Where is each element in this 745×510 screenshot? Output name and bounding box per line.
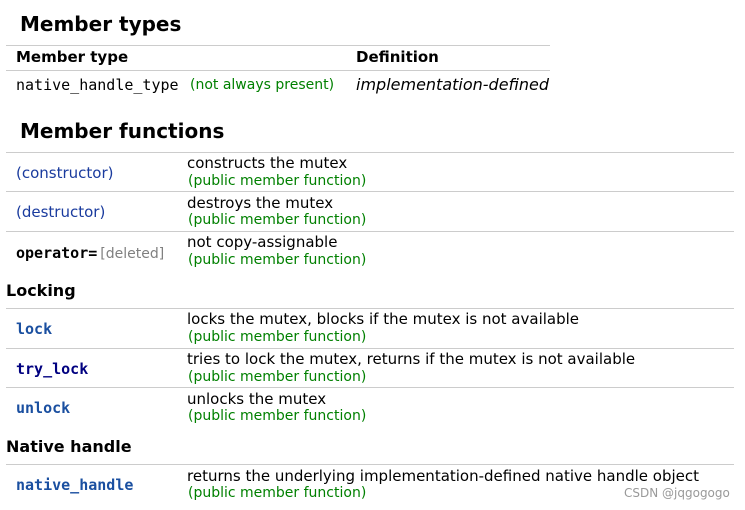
lock-link[interactable]: lock (16, 320, 52, 338)
member-types-heading: Member types (20, 12, 182, 36)
function-description: unlocks the mutex (187, 390, 327, 408)
implementation-defined-text: implementation-defined (356, 75, 550, 94)
public-member-function-note: (public member function) (188, 173, 367, 189)
constructor-link[interactable]: (constructor) (16, 164, 113, 182)
divider (6, 152, 734, 153)
public-member-function-note: (public member function) (188, 252, 367, 268)
function-description: not copy-assignable (187, 233, 338, 251)
destructor-link[interactable]: (destructor) (16, 203, 105, 221)
deleted-marker: [deleted] (100, 246, 165, 262)
public-member-function-note: (public member function) (188, 485, 367, 501)
public-member-function-note: (public member function) (188, 212, 367, 228)
not-always-present-note: (not always present) (190, 77, 335, 93)
native-handle-heading: Native handle (6, 437, 132, 456)
function-description: constructs the mutex (187, 154, 348, 172)
divider (6, 348, 734, 349)
divider (6, 308, 734, 309)
operator-assign-entry: operator= [deleted] (16, 243, 164, 262)
divider (6, 70, 550, 71)
divider (6, 45, 550, 46)
locking-heading: Locking (6, 281, 76, 300)
public-member-function-note: (public member function) (188, 408, 367, 424)
watermark-text: CSDN @jqgogogo (624, 486, 730, 500)
member-functions-heading: Member functions (20, 119, 225, 143)
function-description: returns the underlying implementation-de… (187, 467, 699, 485)
divider (6, 231, 734, 232)
native-handle-type-name: native_handle_type (16, 76, 179, 94)
function-description: tries to lock the mutex, returns if the … (187, 350, 636, 368)
try-lock-link[interactable]: try_lock (16, 360, 88, 378)
divider (6, 191, 734, 192)
divider (6, 464, 734, 465)
operator-assign-name: operator= (16, 244, 98, 262)
public-member-function-note: (public member function) (188, 329, 367, 345)
function-description: locks the mutex, blocks if the mutex is … (187, 310, 580, 328)
unlock-link[interactable]: unlock (16, 399, 70, 417)
divider (6, 387, 734, 388)
public-member-function-note: (public member function) (188, 369, 367, 385)
native-handle-link[interactable]: native_handle (16, 476, 133, 494)
member-type-column-header: Member type (16, 48, 129, 66)
function-description: destroys the mutex (187, 194, 334, 212)
definition-column-header: Definition (356, 48, 439, 66)
